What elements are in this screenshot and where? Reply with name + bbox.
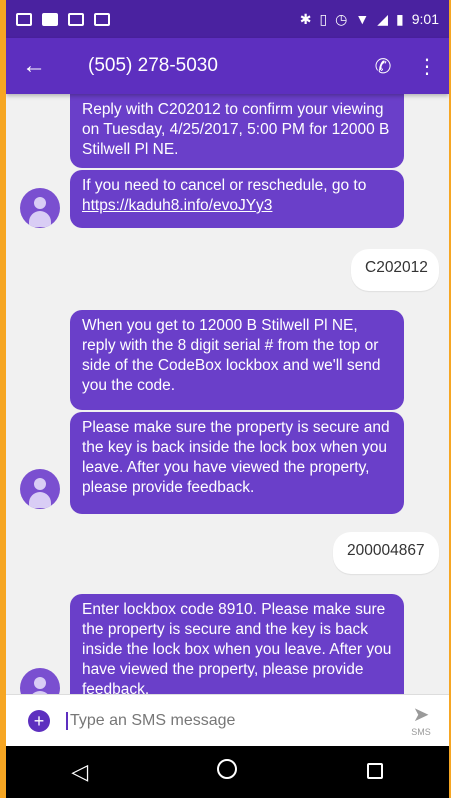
status-bar: ✱ ▯ ◷ ▼ ◢ ▮ 9:01: [6, 0, 449, 38]
compose-bar: + ➤ SMS: [6, 694, 449, 746]
incoming-message[interactable]: Reply with C202012 to confirm your viewi…: [70, 94, 404, 168]
message-list[interactable]: Reply with C202012 to confirm your viewi…: [6, 94, 449, 694]
outgoing-message[interactable]: 200004867: [333, 532, 439, 574]
photo-icon: [68, 12, 84, 26]
signal-icon: ◢: [377, 11, 389, 27]
plus-circle-icon: +: [33, 710, 45, 731]
nav-home-button[interactable]: [197, 759, 257, 785]
send-button[interactable]: ➤ SMS: [393, 705, 449, 737]
back-button[interactable]: ←: [6, 52, 62, 80]
screen-icon: [94, 12, 110, 26]
alarm-icon: ◷: [335, 11, 348, 27]
battery-icon: ▮: [396, 11, 404, 27]
contact-title: (505) 278-5030: [88, 55, 218, 76]
gmail-icon: [16, 12, 32, 26]
call-button[interactable]: ✆: [361, 54, 405, 79]
phone-screen: ✱ ▯ ◷ ▼ ◢ ▮ 9:01 ← (505) 278-5030 ✆ ⋮ Re…: [6, 0, 449, 798]
status-time: 9:01: [411, 11, 439, 27]
message-text: Enter lockbox code 8910. Please make sur…: [82, 601, 392, 694]
message-text: If you need to cancel or reschedule, go …: [82, 177, 367, 194]
circle-home-icon: [217, 759, 238, 779]
arrow-left-icon: ←: [22, 52, 46, 79]
add-attachment-button[interactable]: +: [28, 709, 50, 732]
incoming-message[interactable]: Enter lockbox code 8910. Please make sur…: [70, 594, 404, 694]
incoming-message[interactable]: When you get to 12000 B Stilwell Pl NE, …: [70, 310, 404, 410]
outgoing-message[interactable]: C202012: [351, 249, 439, 291]
send-icon: ➤: [412, 703, 430, 726]
message-input[interactable]: [66, 711, 393, 730]
message-text: 200004867: [347, 542, 425, 559]
more-options-button[interactable]: ⋮: [405, 54, 449, 79]
message-text: Please make sure the property is secure …: [82, 419, 390, 496]
contact-avatar[interactable]: [20, 668, 60, 694]
incoming-message[interactable]: Please make sure the property is secure …: [70, 412, 404, 514]
message-link[interactable]: https://kaduh8.info/evoJYy3: [82, 197, 272, 214]
triangle-back-icon: ◁: [71, 759, 89, 784]
incoming-message[interactable]: If you need to cancel or reschedule, go …: [70, 170, 404, 228]
contact-avatar[interactable]: [20, 188, 60, 228]
notification-icon: [42, 12, 58, 26]
phone-icon: ✆: [374, 55, 392, 78]
message-text: Reply with C202012 to confirm your viewi…: [82, 101, 390, 158]
navigation-bar: ◁: [6, 746, 449, 798]
square-recents-icon: [367, 763, 384, 779]
nav-back-button[interactable]: ◁: [50, 759, 110, 785]
bluetooth-icon: ✱: [299, 11, 312, 27]
conversation-toolbar: ← (505) 278-5030 ✆ ⋮: [6, 38, 449, 94]
nav-recents-button[interactable]: [345, 759, 405, 785]
wifi-icon: ▼: [355, 11, 370, 27]
send-label: SMS: [411, 726, 431, 737]
message-text: When you get to 12000 B Stilwell Pl NE, …: [82, 317, 381, 394]
message-text: C202012: [365, 259, 428, 276]
contact-avatar[interactable]: [20, 469, 60, 509]
more-vert-icon: ⋮: [417, 55, 437, 78]
vibrate-icon: ▯: [319, 11, 328, 27]
